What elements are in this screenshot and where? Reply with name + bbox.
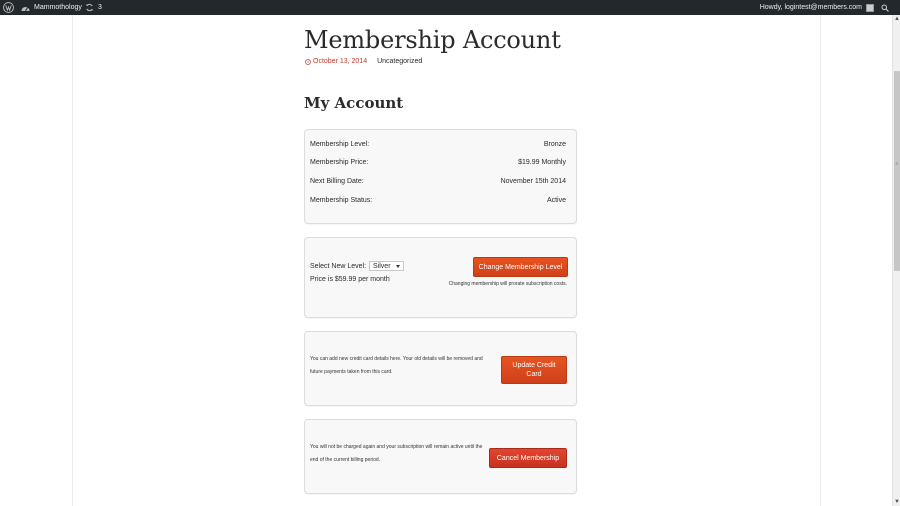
detail-row: Membership Level: Bronze [310, 139, 566, 151]
site-name-link[interactable]: Mammothology [21, 0, 82, 15]
prorate-note: Changing membership will prorate subscri… [448, 281, 567, 287]
site-name: Mammothology [34, 4, 82, 11]
section-heading: My Account [304, 94, 404, 112]
detail-value: Active [546, 197, 566, 204]
post-date-link[interactable]: October 13, 2014 [305, 58, 367, 65]
level-select-value: Silver [373, 262, 391, 270]
wordpress-icon[interactable] [3, 0, 14, 15]
search-icon[interactable] [881, 0, 889, 15]
updates-link[interactable]: 3 [85, 0, 102, 15]
post-date: October 13, 2014 [313, 58, 368, 65]
detail-row: Membership Price: $19.99 Monthly [310, 157, 566, 169]
new-price-text: Price is $59.99 per month [310, 276, 390, 283]
credit-card-box: You can add new credit card details here… [304, 331, 577, 406]
updates-icon [85, 3, 94, 12]
detail-row: Next Billing Date: November 15th 2014 [310, 176, 566, 188]
chevron-down-icon [395, 264, 400, 268]
change-membership-button[interactable]: Change Membership Level [473, 257, 568, 277]
level-select[interactable]: Silver [369, 261, 404, 271]
detail-label: Next Billing Date: [310, 178, 364, 185]
scroll-down-icon[interactable]: ▼ [893, 498, 900, 506]
my-account-link[interactable]: Howdy, logintest@members.com [760, 0, 874, 15]
updates-count: 3 [98, 4, 102, 11]
detail-value: Bronze [543, 141, 566, 148]
level-selector: Select New Level: Silver [310, 261, 404, 271]
detail-label: Membership Status: [310, 197, 373, 204]
detail-value: $19.99 Monthly [518, 159, 566, 166]
cancel-box: You will not be charged again and your s… [304, 419, 577, 494]
detail-row: Membership Status: Active [310, 195, 566, 207]
update-credit-card-button[interactable]: Update Credit Card [501, 356, 567, 384]
scrollbar[interactable]: ▲ ≡ ▼ [892, 15, 900, 506]
detail-label: Membership Level: [310, 141, 370, 148]
clock-icon [305, 58, 311, 65]
scroll-grip-icon: ≡ [895, 161, 899, 167]
change-level-box: Select New Level: Silver Price is $59.99… [304, 237, 577, 318]
cancel-membership-button[interactable]: Cancel Membership [489, 448, 567, 468]
scrollbar-thumb[interactable] [894, 71, 900, 271]
credit-card-text: You can add new credit card details here… [310, 356, 483, 375]
detail-label: Membership Price: [310, 159, 369, 166]
dashboard-icon [21, 4, 30, 12]
category-link[interactable]: Uncategorized [377, 58, 422, 65]
membership-details-box: Membership Level: Bronze Membership Pric… [304, 129, 577, 224]
post-meta: October 13, 2014 Uncategorized [305, 58, 422, 65]
page-title: Membership Account [304, 26, 561, 54]
howdy-text: Howdy, logintest@members.com [759, 4, 862, 11]
admin-bar: Mammothology 3 Howdy, logintest@members.… [0, 0, 900, 15]
cancel-text: You will not be charged again and your s… [310, 444, 483, 463]
scroll-up-icon[interactable]: ▲ [893, 15, 900, 23]
level-label: Select New Level: [310, 262, 367, 270]
detail-value: November 15th 2014 [500, 178, 566, 185]
avatar [866, 3, 874, 12]
